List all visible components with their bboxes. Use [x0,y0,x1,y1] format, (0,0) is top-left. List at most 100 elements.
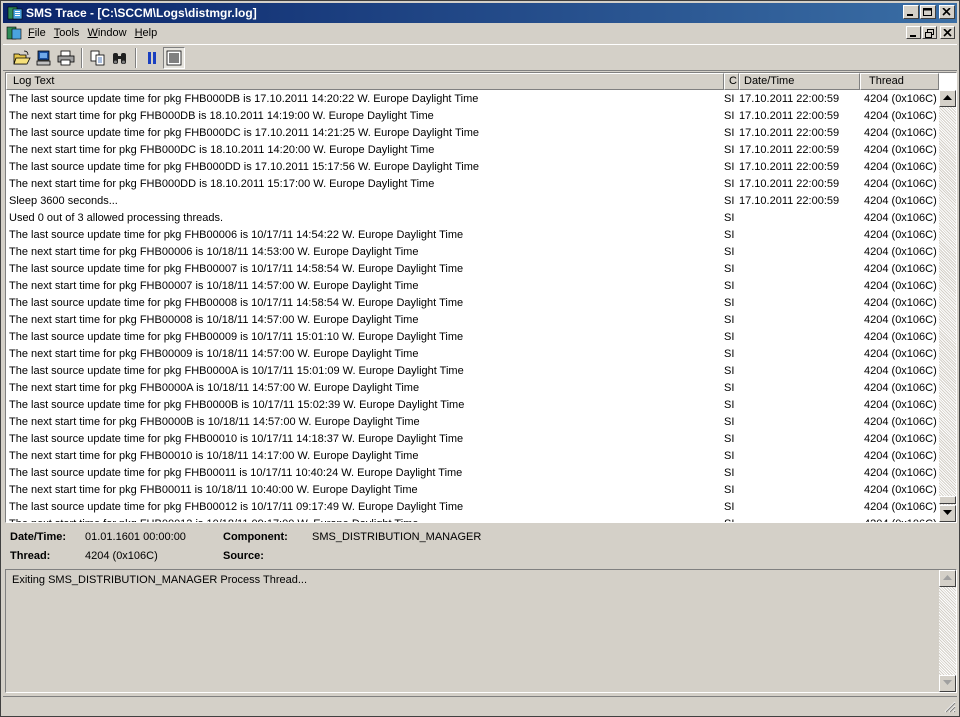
scroll-thumb[interactable] [939,496,956,504]
log-row[interactable]: The next start time for pkg FHB000DC is … [6,141,939,158]
log-row-component: SI [724,92,735,105]
log-row[interactable]: The last source update time for pkg FHB0… [6,124,939,141]
log-row[interactable]: The next start time for pkg FHB00007 is … [6,277,939,294]
column-header-datetime[interactable]: Date/Time [739,73,860,90]
column-header-thread[interactable]: Thread [860,73,939,90]
document-system-icon[interactable] [6,25,22,41]
child-restore-button[interactable] [922,26,937,39]
menu-window-rest: indow [97,27,127,39]
scroll-down-button[interactable] [939,505,956,522]
menu-file[interactable]: File [26,27,52,39]
menu-bar: File Tools Window Help [3,24,957,42]
log-view-toggle-button[interactable] [163,46,185,69]
log-row[interactable]: The last source update time for pkg FHB0… [6,430,939,447]
toolbar-separator [135,47,137,68]
log-row-thread: 4204 (0x106C) [864,347,937,360]
log-row[interactable]: Sleep 3600 seconds... SI 17.10.2011 22:00:… [6,192,939,209]
log-row[interactable]: The next start time for pkg FHB00012 is … [6,515,939,523]
title-bar[interactable]: SMS Trace - [C:\SCCM\Logs\distmgr.log] [3,3,957,23]
log-row-component: SI [724,398,735,411]
print-icon [57,50,75,65]
log-row-thread: 4204 (0x106C) [864,296,937,309]
menu-window[interactable]: Window [85,27,132,39]
message-scroll-down-button[interactable] [939,675,956,692]
sms-trace-window: SMS Trace - [C:\SCCM\Logs\distmgr.log] F… [0,0,960,717]
message-vertical-scrollbar[interactable] [939,570,956,692]
maximize-button[interactable] [920,5,936,19]
menu-help[interactable]: Help [133,27,164,39]
log-row[interactable]: The next start time for pkg FHB000DB is … [6,107,939,124]
scroll-up-button[interactable] [939,90,956,107]
resize-grip-icon[interactable] [944,701,956,713]
log-row[interactable]: The next start time for pkg FHB00006 is … [6,243,939,260]
menu-tools[interactable]: Tools [52,27,86,39]
print-button[interactable] [55,47,77,69]
toolbar [3,44,957,71]
log-row[interactable]: The next start time for pkg FHB00010 is … [6,447,939,464]
log-row-text: The last source update time for pkg FHB0… [9,500,464,513]
log-row-datetime: 17.10.2011 22:00:59 [739,109,840,122]
log-row-component: SI [724,432,735,445]
close-icon [943,29,952,37]
log-row[interactable]: The last source update time for pkg FHB0… [6,294,939,311]
log-row[interactable]: The next start time for pkg FHB00011 is … [6,481,939,498]
log-row[interactable]: The next start time for pkg FHB000DD is … [6,175,939,192]
restore-icon [925,29,934,38]
log-row-component: SI [724,518,739,523]
log-list-vertical-scrollbar[interactable] [939,90,956,522]
log-row-text: The last source update time for pkg FHB0… [9,364,464,377]
log-row[interactable]: The next start time for pkg FHB00009 is … [6,345,939,362]
log-row-component: SI [724,483,735,496]
datetime-label: Date/Time: [10,531,67,543]
log-row[interactable]: The last source update time for pkg FHB0… [6,158,939,175]
log-row-thread: 4204 (0x106C) [864,279,937,292]
minimize-button[interactable] [903,5,919,19]
log-row-thread: 4204 (0x106C) [864,143,937,156]
log-row[interactable]: The next start time for pkg FHB0000B is … [6,413,939,430]
copy-button[interactable] [87,47,109,69]
log-list[interactable]: Log Text C Date/Time Thread The last sou… [5,72,957,523]
find-button[interactable] [109,47,131,69]
open-remote-button[interactable] [33,47,55,69]
log-row[interactable]: The last source update time for pkg FHB0… [6,90,939,107]
menu-file-rest: ile [34,27,46,39]
log-row-datetime: 17.10.2011 22:00:59 [739,143,840,156]
log-row[interactable]: Used 0 out of 3 allowed processing threa… [6,209,939,226]
close-button[interactable] [939,5,955,19]
log-row[interactable]: The last source update time for pkg FHB0… [6,362,939,379]
log-row-datetime: 17.10.2011 22:00:59 [739,160,840,173]
message-pane[interactable]: Exiting SMS_DISTRIBUTION_MANAGER Process… [5,569,957,693]
log-row-thread: 4204 (0x106C) [864,262,937,275]
pause-button[interactable] [141,47,163,69]
log-row-datetime: 17.10.2011 22:00:59 [739,177,840,190]
log-row[interactable]: The last source update time for pkg FHB0… [6,226,939,243]
log-row[interactable]: The last source update time for pkg FHB0… [6,498,939,515]
log-row-thread: 4204 (0x106C) [864,330,937,343]
log-row-component: SI [724,415,735,428]
log-row-component: SI [724,347,735,360]
log-row[interactable]: The next start time for pkg FHB0000A is … [6,379,939,396]
find-icon [113,52,126,64]
log-row-component: SI [724,177,735,190]
log-row-text: The next start time for pkg FHB00012 is … [6,518,724,523]
message-scroll-up-button[interactable] [939,570,956,587]
log-row[interactable]: The last source update time for pkg FHB0… [6,464,939,481]
menu-window-accel: W [87,27,98,39]
maximize-icon [923,8,932,16]
log-row-thread: 4204 (0x106C) [864,313,937,326]
log-row[interactable]: The last source update time for pkg FHB0… [6,396,939,413]
log-row-thread: 4204 (0x106C) [864,228,937,241]
child-minimize-button[interactable] [906,26,921,39]
column-header-component[interactable]: C [724,73,739,90]
column-header-log-text[interactable]: Log Text [6,73,724,90]
log-row-thread: 4204 (0x106C) [864,211,937,224]
log-row-text: The last source update time for pkg FHB0… [9,398,465,411]
log-row-text: The last source update time for pkg FHB0… [9,330,464,343]
log-row-thread: 4204 (0x106C) [864,177,937,190]
child-close-button[interactable] [940,26,955,39]
log-row[interactable]: The next start time for pkg FHB00008 is … [6,311,939,328]
log-rows: The last source update time for pkg FHB0… [6,90,939,523]
log-row[interactable]: The last source update time for pkg FHB0… [6,260,939,277]
log-row[interactable]: The last source update time for pkg FHB0… [6,328,939,345]
open-button[interactable] [11,47,33,69]
